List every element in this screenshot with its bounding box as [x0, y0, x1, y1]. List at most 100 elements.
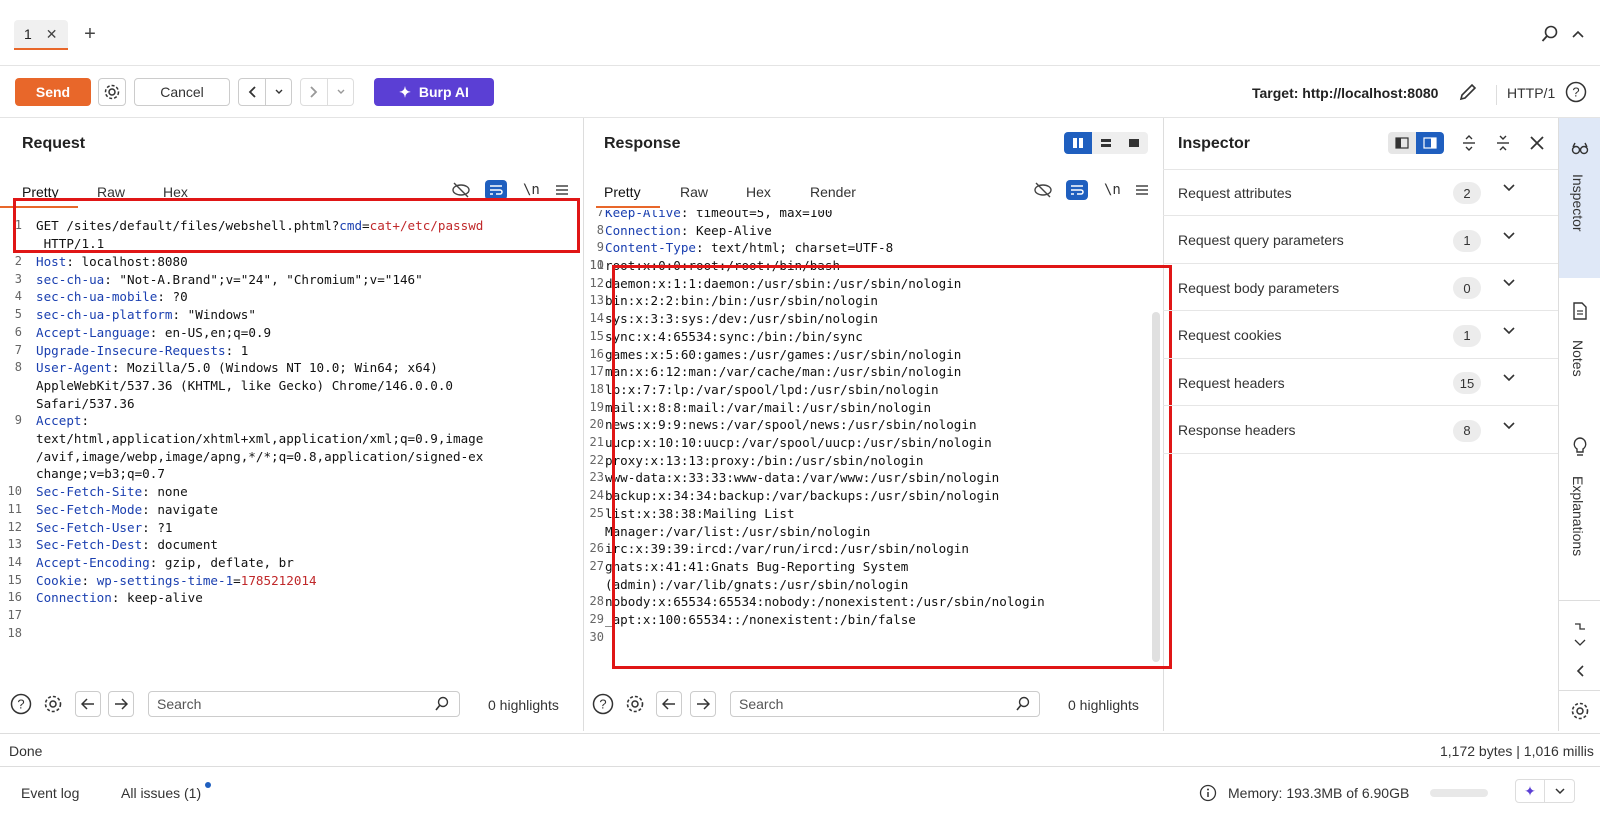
hide-eye-icon[interactable]	[450, 180, 472, 200]
code-line: sec-ch-ua: "Not-A.Brand";v="24", "Chromi…	[36, 271, 423, 287]
line-number: 8	[14, 360, 22, 375]
response-panel-title: Response	[604, 135, 681, 152]
count-badge: 8	[1453, 419, 1481, 442]
side-tab-explanations[interactable]: Explanations	[1570, 476, 1586, 556]
line-number: 14	[589, 311, 604, 326]
line-number: 14	[7, 554, 22, 569]
gear-icon[interactable]	[41, 692, 65, 716]
chevron-down-icon	[1503, 184, 1515, 192]
tab-response-raw[interactable]: Raw	[680, 184, 708, 200]
popout-icon[interactable]	[1569, 620, 1591, 650]
forward-history-chevron-icon[interactable]	[328, 78, 354, 106]
help-icon[interactable]: ?	[9, 692, 33, 716]
line-number: 15	[7, 572, 22, 587]
line-number: 8	[596, 222, 604, 237]
info-icon	[1198, 783, 1218, 803]
forward-arrow-icon[interactable]	[300, 78, 328, 106]
send-button[interactable]: Send	[15, 78, 91, 106]
inspector-row[interactable]: Request query parameters 1	[1163, 218, 1558, 264]
close-icon[interactable]	[1526, 132, 1548, 154]
side-tab-notes[interactable]: Notes	[1570, 340, 1586, 377]
gear-icon[interactable]	[1569, 700, 1591, 722]
all-issues-link[interactable]: All issues (1)	[121, 785, 201, 801]
tab-response-hex[interactable]: Hex	[746, 184, 771, 200]
menu-icon[interactable]	[552, 180, 572, 200]
next-match-icon[interactable]	[690, 691, 716, 717]
previous-match-icon[interactable]	[656, 691, 682, 717]
next-match-icon[interactable]	[108, 691, 134, 717]
line-number: 4	[14, 289, 22, 304]
notes-icon	[1569, 300, 1591, 322]
inspector-row[interactable]: Request headers 15	[1163, 360, 1558, 406]
inspector-row[interactable]: Request body parameters 0	[1163, 265, 1558, 311]
event-log-link[interactable]: Event log	[21, 785, 79, 801]
line-number: 22	[589, 452, 604, 467]
back-arrow-icon[interactable]	[238, 78, 266, 106]
inspector-layout-right-icon[interactable]	[1416, 132, 1444, 154]
hide-eye-icon[interactable]	[1032, 180, 1054, 200]
chevron-down-icon[interactable]	[1545, 779, 1575, 803]
inspector-row[interactable]: Request cookies 1	[1163, 313, 1558, 359]
menu-icon[interactable]	[1132, 180, 1152, 200]
search-icon[interactable]	[1540, 24, 1560, 44]
code-line: Sec-Fetch-User: ?1	[36, 519, 173, 535]
request-editor[interactable]: 1 GET /sites/default/files/webshell.phtm…	[0, 210, 583, 672]
inspector-row[interactable]: Request attributes 2	[1163, 170, 1558, 216]
newline-toggle-icon[interactable]: \n	[1104, 182, 1121, 198]
inspector-row[interactable]: Response headers 8	[1163, 408, 1558, 454]
header-line: Connection: Keep-Alive	[605, 222, 772, 238]
word-wrap-icon[interactable]	[1066, 180, 1088, 200]
chevron-up-icon[interactable]	[1568, 24, 1588, 44]
stacked-view-icon[interactable]	[1092, 132, 1120, 154]
single-view-icon[interactable]	[1120, 132, 1148, 154]
tab-response-pretty[interactable]: Pretty	[604, 184, 641, 200]
memory-bar	[1430, 789, 1488, 797]
help-icon[interactable]: ?	[591, 692, 615, 716]
header-line: Content-Type: text/html; charset=UTF-8	[605, 240, 894, 256]
previous-match-icon[interactable]	[75, 691, 101, 717]
line-number: 18	[589, 381, 604, 396]
line-number: 29	[589, 612, 604, 626]
line-number: 11	[7, 501, 22, 516]
ai-sparkle-icon[interactable]: ✦	[1515, 779, 1545, 803]
bottom-bar: Event log All issues (1) Memory: 193.3MB…	[0, 766, 1600, 813]
response-search-input[interactable]: Search	[730, 691, 1040, 717]
edit-pencil-icon[interactable]	[1456, 80, 1480, 104]
line-number: 6	[14, 324, 22, 339]
expand-all-icon[interactable]	[1458, 132, 1480, 154]
side-tab-inspector[interactable]: Inspector	[1559, 118, 1600, 278]
settings-gear-icon[interactable]	[98, 78, 126, 106]
back-history-chevron-icon[interactable]	[266, 78, 292, 106]
repeater-tab-1[interactable]: 1 ✕	[14, 20, 68, 50]
code-line: Upgrade-Insecure-Requests: 1	[36, 342, 249, 358]
chevron-down-icon	[1503, 231, 1515, 240]
divider	[0, 733, 1600, 734]
gear-icon[interactable]	[623, 692, 647, 716]
newline-toggle-icon[interactable]: \n	[523, 182, 540, 198]
line-number: 16	[7, 590, 22, 605]
help-icon[interactable]: ?	[1564, 80, 1588, 104]
burp-ai-button[interactable]: ✦ Burp AI	[374, 78, 494, 106]
count-badge: 1	[1453, 229, 1481, 252]
split-view-icon[interactable]	[1064, 132, 1092, 154]
protocol-label[interactable]: HTTP/1	[1507, 85, 1555, 101]
line-number: 17	[589, 364, 604, 379]
word-wrap-icon[interactable]	[485, 180, 507, 200]
response-highlights-count: 0 highlights	[1068, 697, 1139, 713]
add-tab-icon[interactable]: +	[80, 23, 100, 45]
inspector-icon	[1569, 138, 1591, 158]
chevron-left-icon[interactable]	[1569, 660, 1591, 682]
code-line: Sec-Fetch-Site: none	[36, 484, 188, 500]
tab-response-render[interactable]: Render	[810, 184, 856, 200]
close-tab-icon[interactable]: ✕	[46, 26, 58, 43]
request-search-input[interactable]: Search	[148, 691, 460, 717]
cancel-button[interactable]: Cancel	[134, 78, 230, 106]
status-text: Done	[9, 743, 43, 759]
inspector-row-label: Response headers	[1178, 422, 1296, 438]
divider	[1559, 600, 1600, 601]
line-number: 20	[589, 417, 604, 432]
inspector-layout-left-icon[interactable]	[1388, 132, 1416, 154]
collapse-all-icon[interactable]	[1492, 132, 1514, 154]
line-number: 16	[589, 346, 604, 361]
search-icon	[1015, 696, 1031, 712]
